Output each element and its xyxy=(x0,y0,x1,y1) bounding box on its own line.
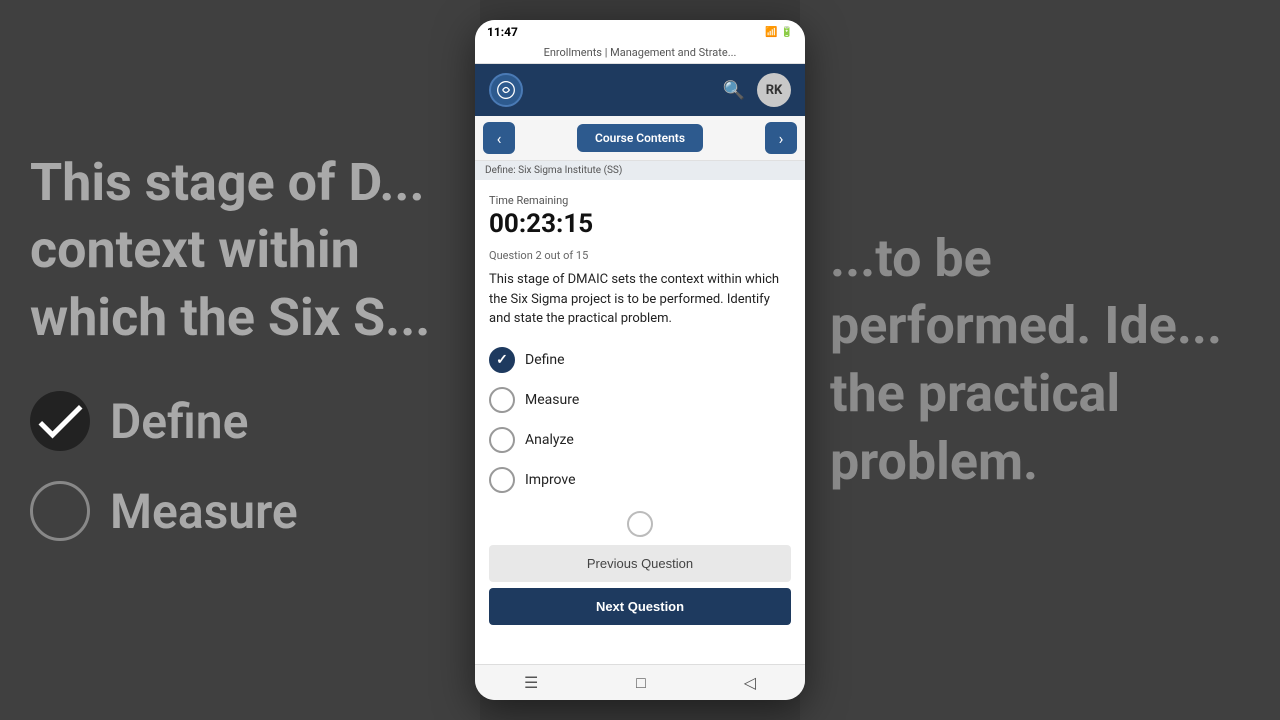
option-define-label: Define xyxy=(525,352,565,368)
previous-question-button[interactable]: Previous Question xyxy=(489,545,791,582)
question-text: This stage of DMAIC sets the context wit… xyxy=(489,270,791,329)
browser-url: Enrollments | Management and Strate... xyxy=(544,46,737,59)
option-improve[interactable]: Improve xyxy=(489,467,791,493)
option-improve-label: Improve xyxy=(525,472,576,488)
bottom-navigation: ☰ □ ◁ xyxy=(475,664,805,700)
option-measure[interactable]: Measure xyxy=(489,387,791,413)
option-define-circle xyxy=(489,347,515,373)
user-avatar[interactable]: RK xyxy=(757,73,791,107)
bg-define-label: Define xyxy=(110,393,248,450)
status-icons: 📶 🔋 xyxy=(765,27,793,38)
option-analyze-label: Analyze xyxy=(525,432,574,448)
option-measure-label: Measure xyxy=(525,392,579,408)
browser-bar: Enrollments | Management and Strate... xyxy=(475,44,805,64)
option-analyze-circle xyxy=(489,427,515,453)
signal-icon: 📶 xyxy=(765,27,777,38)
header-icons: 🔍 RK xyxy=(723,73,791,107)
option-analyze[interactable]: Analyze xyxy=(489,427,791,453)
next-question-button[interactable]: Next Question xyxy=(489,588,791,625)
option-measure-circle xyxy=(489,387,515,413)
question-progress: Question 2 out of 15 xyxy=(489,249,791,262)
back-arrow-icon: ‹ xyxy=(497,129,502,148)
app-header: 🔍 RK xyxy=(475,64,805,116)
home-icon[interactable]: □ xyxy=(636,673,646,693)
bg-left-measure-option: Measure xyxy=(30,481,450,541)
time-remaining-value: 00:23:15 xyxy=(489,209,791,239)
bg-define-circle xyxy=(30,391,90,451)
time-remaining-label: Time Remaining xyxy=(489,194,791,207)
bg-measure-label: Measure xyxy=(110,483,298,540)
phone-container: 11:47 📶 🔋 Enrollments | Management and S… xyxy=(475,20,805,700)
status-bar: 11:47 📶 🔋 xyxy=(475,20,805,44)
options-list: Define Measure Analyze Improve xyxy=(489,347,791,493)
bg-left-define-option: Define xyxy=(30,391,450,451)
menu-icon[interactable]: ☰ xyxy=(524,673,538,692)
quiz-content: Time Remaining 00:23:15 Question 2 out o… xyxy=(475,180,805,664)
option-define[interactable]: Define xyxy=(489,347,791,373)
option-improve-circle xyxy=(489,467,515,493)
course-contents-button[interactable]: Course Contents xyxy=(577,124,703,152)
status-time: 11:47 xyxy=(487,25,518,39)
search-icon[interactable]: 🔍 xyxy=(723,80,745,101)
navigation-bar: ‹ Course Contents › xyxy=(475,116,805,161)
bg-left-text: This stage of D... context within which … xyxy=(30,149,450,352)
breadcrumb-text: Define: Six Sigma Institute (SS) xyxy=(485,165,622,176)
breadcrumb: Define: Six Sigma Institute (SS) xyxy=(475,161,805,180)
forward-arrow-button[interactable]: › xyxy=(765,122,797,154)
android-back-icon[interactable]: ◁ xyxy=(744,673,756,692)
bg-right-text: ...to be performed. Ide... the practical… xyxy=(830,225,1250,495)
back-arrow-button[interactable]: ‹ xyxy=(483,122,515,154)
background-right: ...to be performed. Ide... the practical… xyxy=(800,0,1280,720)
extra-circle xyxy=(627,511,653,537)
app-logo[interactable] xyxy=(489,73,523,107)
bg-measure-circle xyxy=(30,481,90,541)
battery-icon: 🔋 xyxy=(781,27,793,38)
forward-arrow-icon: › xyxy=(779,129,784,148)
background-left: This stage of D... context within which … xyxy=(0,0,480,720)
